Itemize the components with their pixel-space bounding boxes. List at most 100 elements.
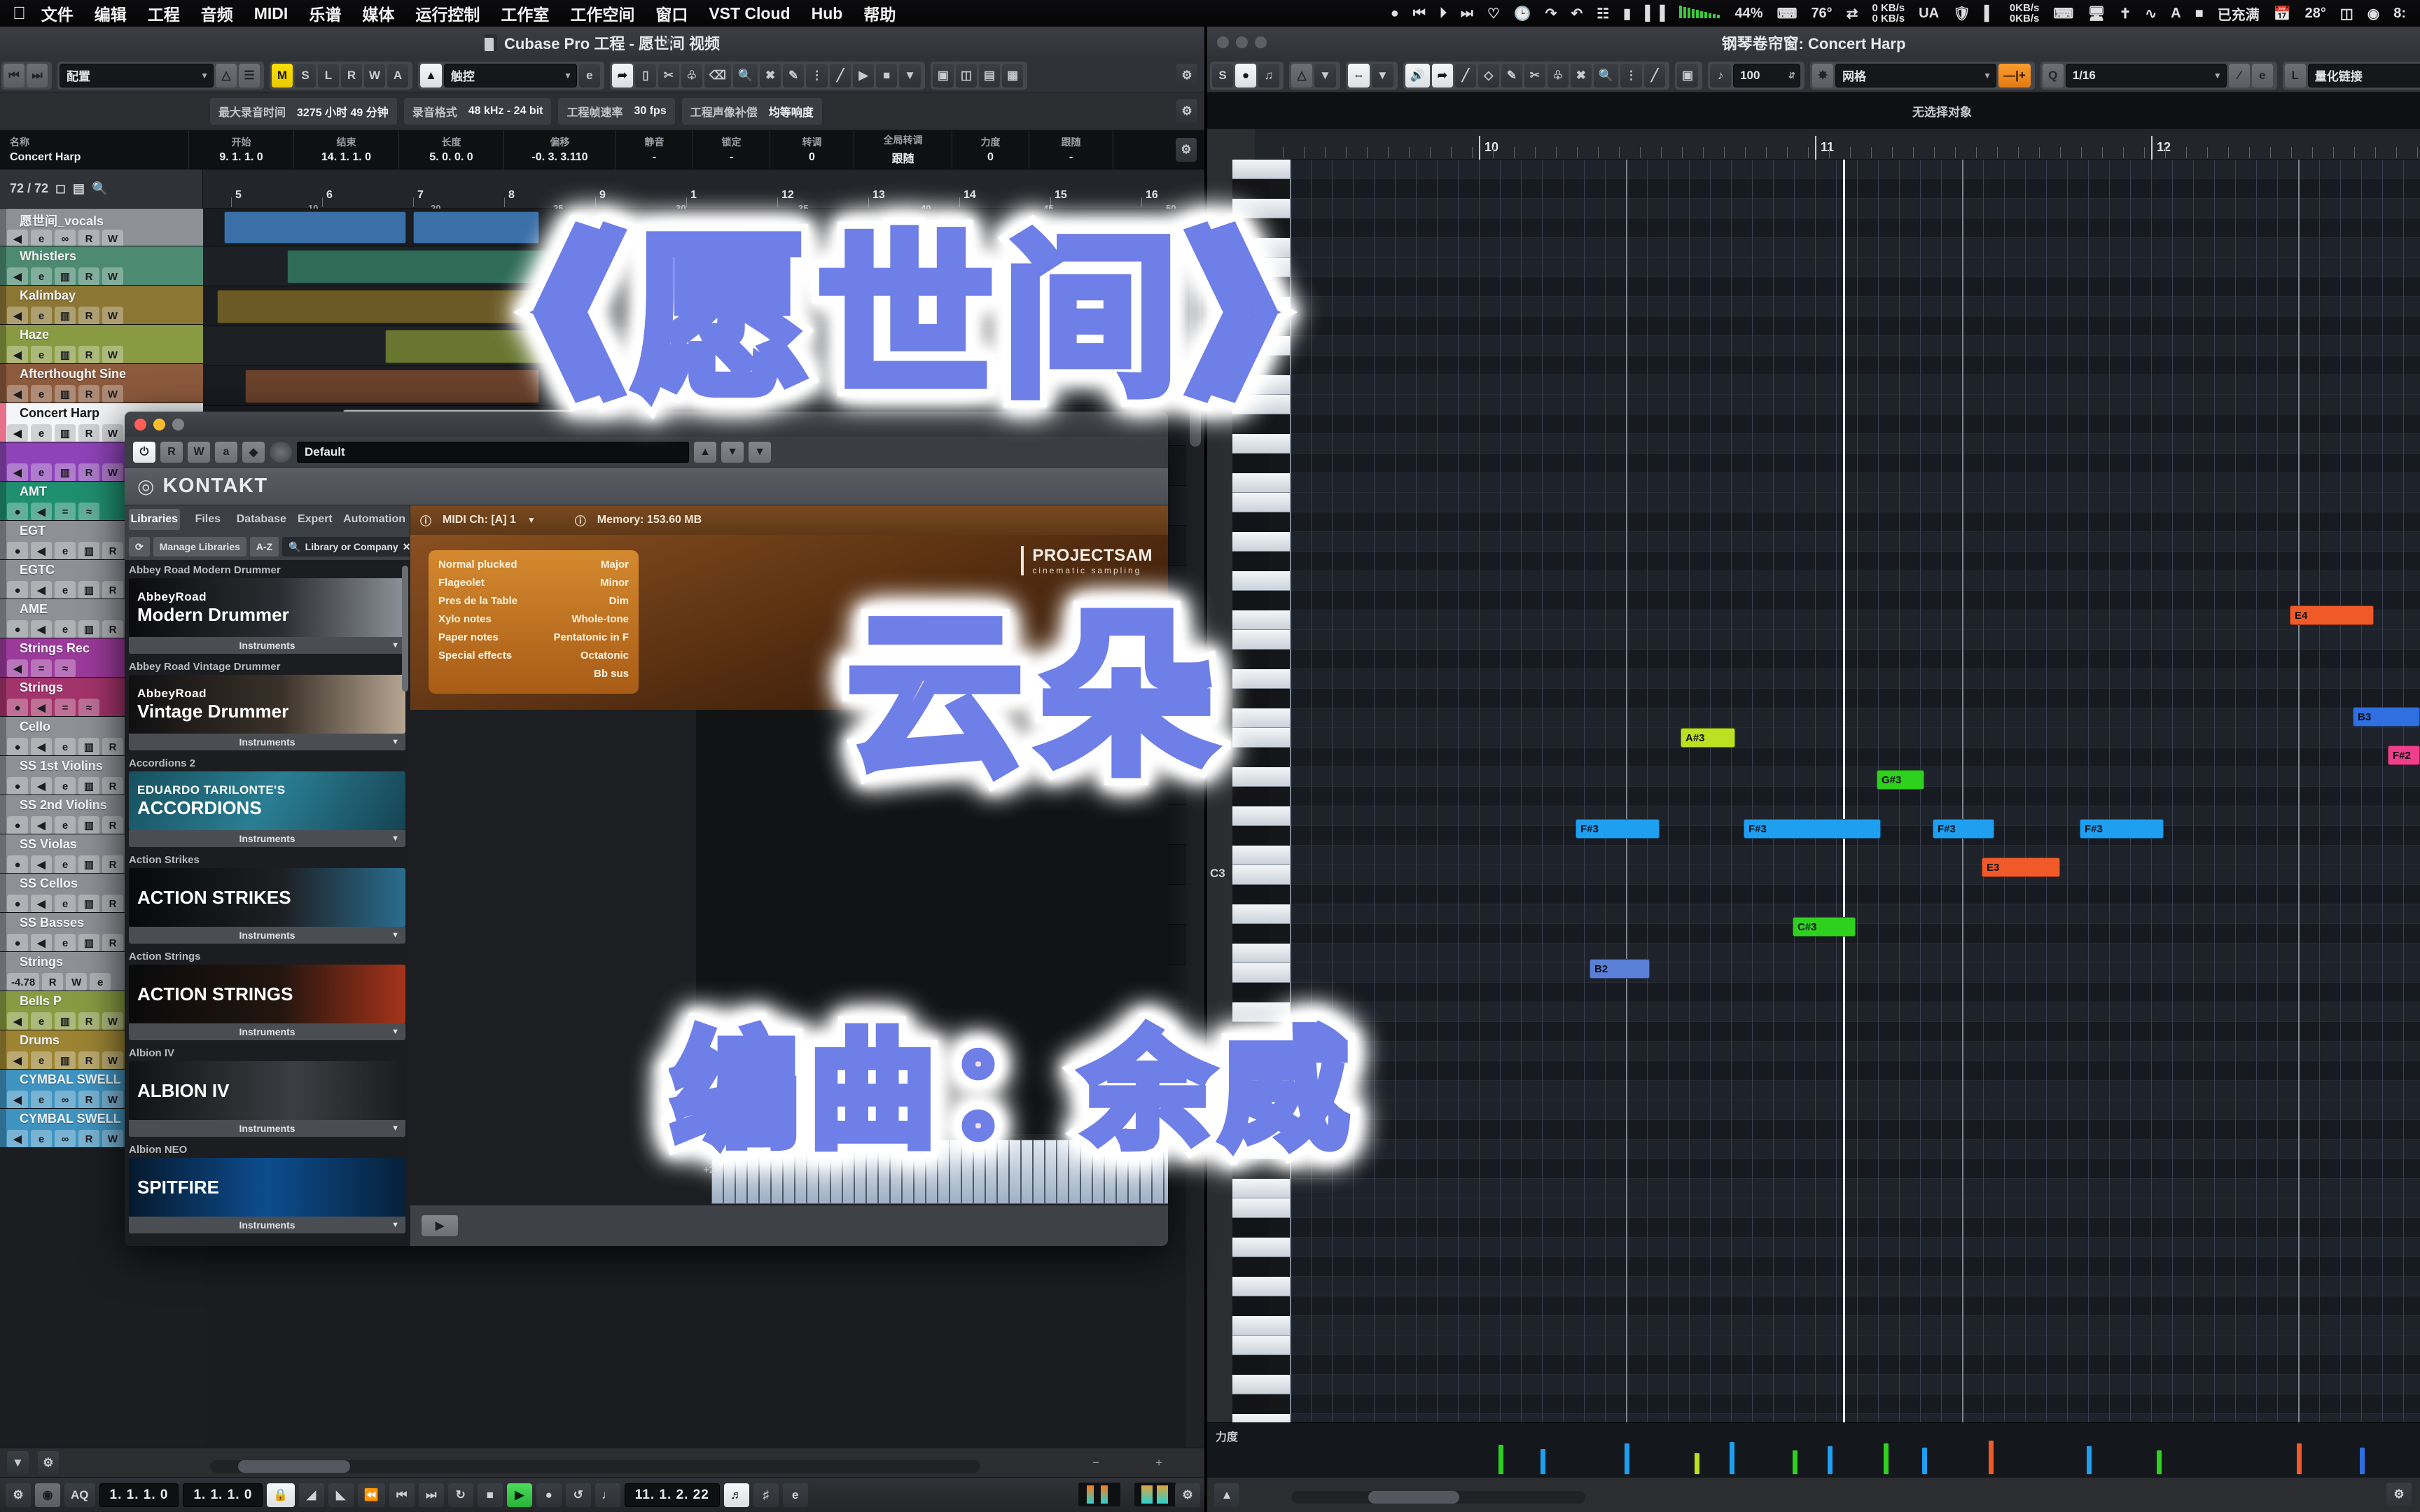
- grid-lane[interactable]: [1290, 1218, 2420, 1238]
- track-name[interactable]: Concert Harp: [20, 406, 99, 421]
- track-color-strip[interactable]: [0, 442, 6, 481]
- track-name[interactable]: SS Cellos: [20, 876, 78, 891]
- shield-icon[interactable]: 🛡: [1953, 5, 1970, 22]
- piano-key[interactable]: [1069, 1140, 1080, 1204]
- track-button[interactable]: W: [102, 267, 123, 285]
- wifi-icon[interactable]: ∿: [2145, 5, 2157, 22]
- clock-icon[interactable]: 🕒: [1514, 5, 1531, 22]
- zoom-tool[interactable]: 🔍: [1593, 63, 1618, 88]
- grid-lane[interactable]: [1290, 1002, 2420, 1022]
- draw-tool[interactable]: ╱: [1454, 63, 1476, 88]
- track-buttons[interactable]: ● ◀ e ▥ R: [7, 855, 123, 873]
- track-button[interactable]: e: [31, 1130, 52, 1147]
- transport-menu-icon[interactable]: ⚙: [6, 1483, 31, 1507]
- midi-note[interactable]: B3: [2353, 707, 2420, 727]
- track-button[interactable]: W: [102, 385, 123, 402]
- track-name[interactable]: Strings Rec: [20, 641, 90, 656]
- piano-black-key[interactable]: [1232, 218, 1269, 238]
- track-button[interactable]: R: [78, 1091, 99, 1108]
- track-button[interactable]: ▥: [78, 934, 99, 951]
- track-name[interactable]: Whistlers: [20, 249, 76, 264]
- piano-black-key[interactable]: [1232, 414, 1269, 434]
- key-editor-toolbar[interactable]: S ● ♫ △ ▼ ⇔ ▼ 🔊 ➦ ╱ ◇ ✎ ✂ ♧ ✖ 🔍 ⋮ ╱ ▣ ♪ …: [1207, 59, 2420, 92]
- piano-white-key[interactable]: [1232, 1179, 1290, 1198]
- kontakt-main-area[interactable]: Libraries Files Database Expert Automati…: [125, 505, 1168, 1246]
- track-button[interactable]: -4.78: [7, 973, 40, 990]
- midi-note[interactable]: F#3: [1744, 819, 1881, 839]
- piano-key[interactable]: [795, 1140, 807, 1204]
- piano-black-key[interactable]: [1232, 826, 1269, 846]
- piano-white-key[interactable]: [1232, 258, 1290, 277]
- arrangement-lane[interactable]: [203, 327, 1186, 366]
- insert-velocity-dropdown[interactable]: ▼: [1314, 63, 1336, 88]
- track-button[interactable]: R: [78, 1012, 99, 1030]
- state-buttons-group[interactable]: M S L R W A: [270, 61, 413, 90]
- track-button[interactable]: e: [31, 1091, 52, 1108]
- track-button[interactable]: ●: [7, 738, 28, 755]
- siri-icon[interactable]: ◉: [2367, 5, 2379, 22]
- info-bar-gear-icon[interactable]: ⚙: [1176, 99, 1197, 123]
- piano-key[interactable]: [1057, 1140, 1069, 1204]
- grid-lane[interactable]: [1290, 1198, 2420, 1218]
- scrollbar-thumb[interactable]: [1190, 237, 1201, 447]
- library-item[interactable]: Action Strikes ACTION STRIKES Instruments ▼: [129, 854, 405, 944]
- piano-black-key[interactable]: [1232, 454, 1269, 473]
- zoom-out-icon[interactable]: −: [1092, 1456, 1099, 1470]
- glue-tool[interactable]: ♧: [1547, 63, 1569, 88]
- menu-item-7[interactable]: 运行控制: [415, 1, 480, 25]
- midi-note[interactable]: C#3: [1793, 917, 1856, 937]
- input-source-icon[interactable]: A: [2171, 6, 2181, 22]
- piano-key[interactable]: [1116, 1140, 1128, 1204]
- acoustic-feedback-button[interactable]: ♫: [1258, 63, 1279, 88]
- piano-key[interactable]: [902, 1140, 914, 1204]
- track-buttons[interactable]: ◀ e ▥ R W: [7, 346, 123, 363]
- grid-lane[interactable]: [1290, 1277, 2420, 1296]
- midi-note[interactable]: F#3: [2080, 819, 2164, 839]
- library-instruments-button[interactable]: Instruments ▼: [129, 1023, 405, 1040]
- library-item[interactable]: Albion NEO SPITFIRE Instruments ▼: [129, 1144, 405, 1233]
- heart-icon[interactable]: ♡: [1487, 5, 1500, 22]
- track-buttons[interactable]: ● ◀ e ▥ R: [7, 581, 123, 598]
- track-buttons[interactable]: ◀ e ∞ R W: [7, 1091, 123, 1108]
- track-color-strip[interactable]: [0, 717, 6, 755]
- pencil-tool[interactable]: ✎: [1501, 63, 1522, 88]
- infoline-gear-icon[interactable]: ⚙: [1170, 130, 1204, 169]
- record-button[interactable]: ●: [536, 1483, 562, 1507]
- stepper-icon[interactable]: ⇵: [1788, 71, 1795, 80]
- track-button[interactable]: ◀: [7, 346, 28, 363]
- track-header[interactable]: Haze ◀ e ▥ R W: [0, 325, 203, 364]
- grid-lane[interactable]: [1290, 865, 2420, 885]
- mute-tool[interactable]: ✖: [1570, 63, 1592, 88]
- minimize-icon[interactable]: [1236, 36, 1248, 48]
- forward-button[interactable]: ⏭: [418, 1483, 444, 1507]
- piano-white-key[interactable]: [1232, 1238, 1290, 1257]
- articulation-row[interactable]: Paper notes Pentatonic in F: [438, 631, 629, 643]
- grid-lane[interactable]: [1290, 512, 2420, 532]
- length-quantize-combo[interactable]: 量化链接 ▼: [2307, 63, 2420, 88]
- menu-item-13[interactable]: 帮助: [863, 1, 896, 25]
- track-button[interactable]: ◀: [31, 738, 52, 755]
- window-controls[interactable]: [1217, 36, 1267, 48]
- grid-lane[interactable]: [1290, 218, 2420, 238]
- piano-white-key[interactable]: [1232, 160, 1290, 179]
- nudge-dropdown[interactable]: ▼: [1371, 63, 1393, 88]
- scrollbar-thumb[interactable]: [1368, 1491, 1459, 1504]
- piano-black-key[interactable]: [1232, 689, 1269, 708]
- piano-key[interactable]: [723, 1140, 735, 1204]
- track-button[interactable]: =: [55, 699, 76, 716]
- write-automation-button[interactable]: W: [364, 63, 386, 88]
- piano-white-key[interactable]: [1232, 806, 1290, 826]
- playhead[interactable]: [1843, 160, 1845, 1422]
- tempo-note-icon[interactable]: ♩: [594, 1483, 620, 1507]
- piano-key[interactable]: [1045, 1140, 1057, 1204]
- grid-lane[interactable]: [1290, 1120, 2420, 1140]
- track-button[interactable]: ◀: [7, 230, 28, 246]
- track-buttons[interactable]: ● ◀ e ▥ R: [7, 738, 123, 755]
- track-color-strip[interactable]: [0, 756, 6, 794]
- library-artwork[interactable]: ACTION STRINGS: [129, 965, 405, 1023]
- menu-item-2[interactable]: 工程: [148, 1, 180, 25]
- piano-black-key[interactable]: [1232, 1061, 1269, 1081]
- track-button[interactable]: e: [31, 1012, 52, 1030]
- sort-az-button[interactable]: A-Z: [249, 537, 279, 556]
- library-instruments-button[interactable]: Instruments ▼: [129, 1120, 405, 1137]
